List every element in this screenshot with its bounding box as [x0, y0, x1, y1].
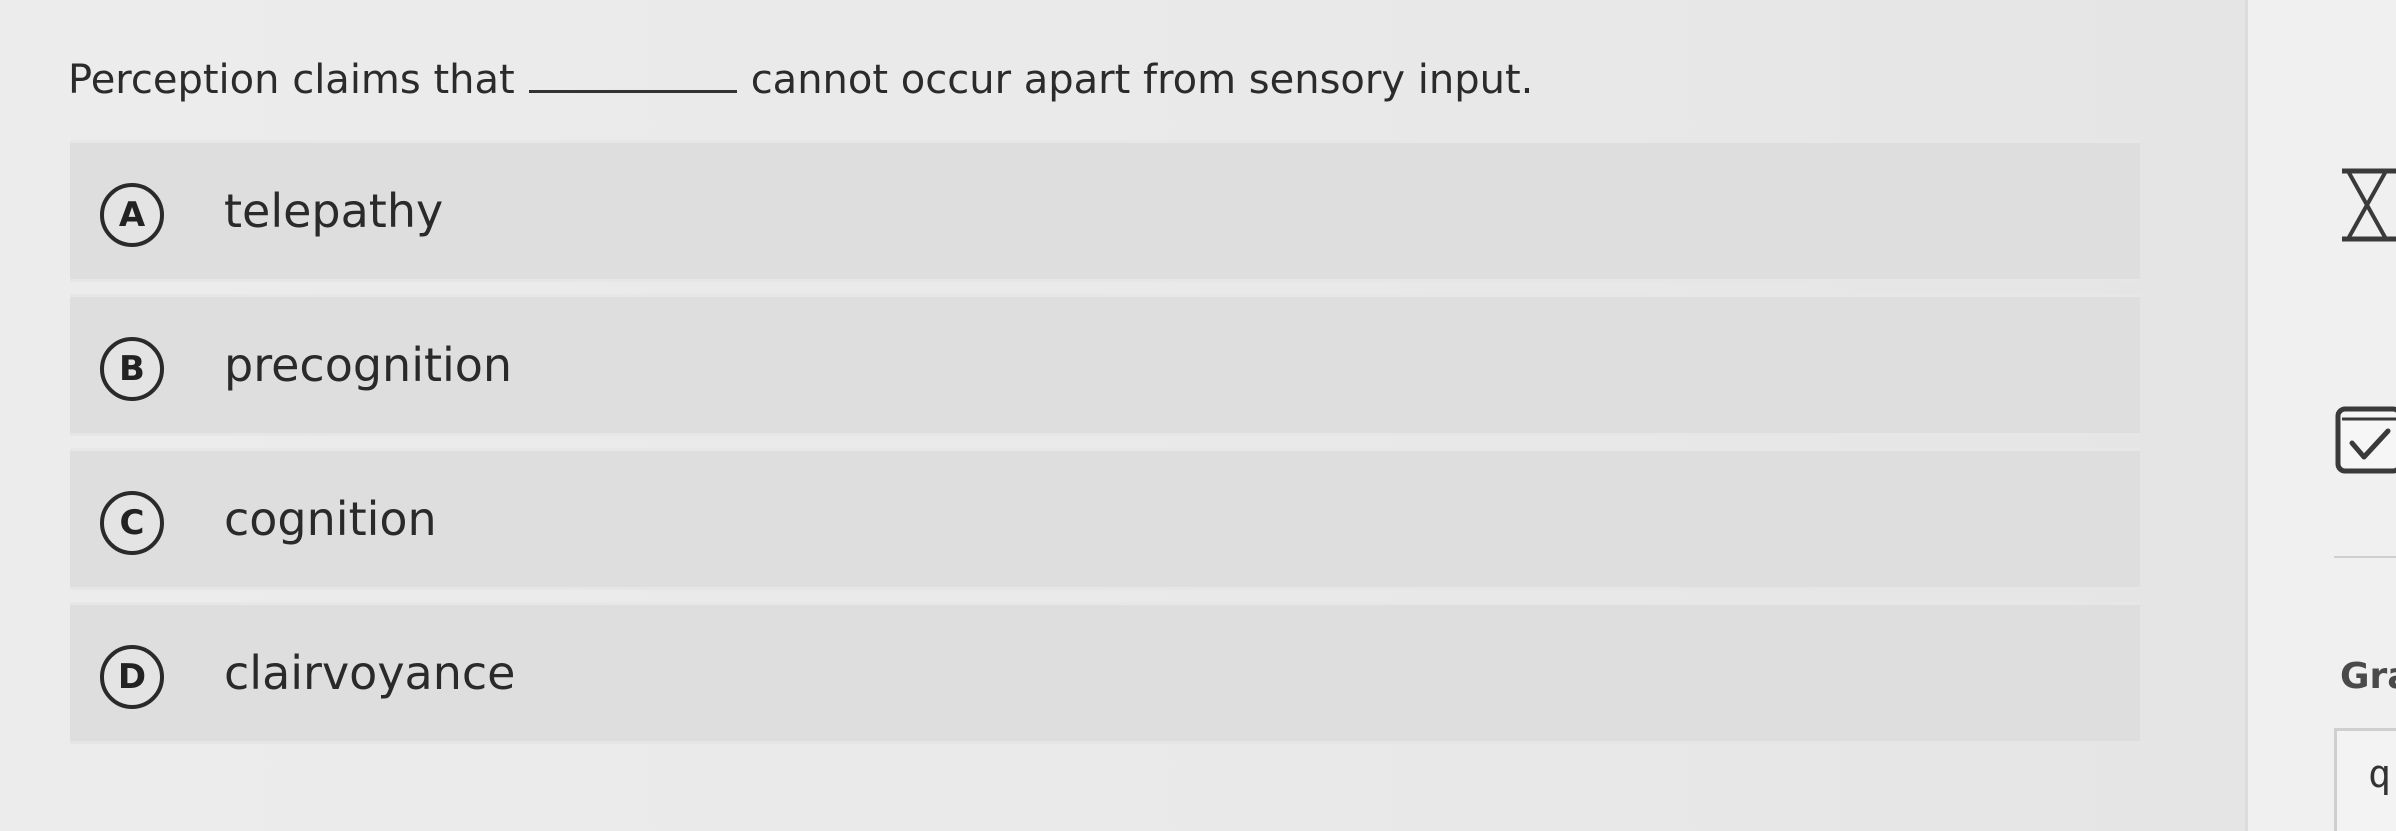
question-prompt: Perception claims that cannot occur apart… — [68, 52, 1533, 108]
grade-box-glyph: q — [2368, 752, 2391, 796]
grade-label: Gra — [2340, 656, 2396, 697]
choice-a-letter-badge: A — [100, 183, 164, 247]
choice-b[interactable]: B precognition — [70, 294, 2140, 436]
question-text-after: cannot occur apart from sensory input. — [750, 57, 1534, 103]
choice-a[interactable]: A telepathy — [70, 140, 2140, 282]
choice-d-label: clairvoyance — [224, 646, 516, 700]
choice-c[interactable]: C cognition — [70, 448, 2140, 590]
choice-b-label: precognition — [224, 338, 513, 392]
answer-blank — [528, 54, 737, 93]
choice-d[interactable]: D clairvoyance — [70, 602, 2140, 744]
choice-b-letter-badge: B — [100, 337, 164, 401]
question-pane: Perception claims that cannot occur apart… — [0, 0, 2245, 831]
hourglass-icon[interactable] — [2338, 165, 2396, 245]
choice-d-letter-badge: D — [100, 645, 164, 709]
question-text-before: Perception claims that — [68, 57, 515, 103]
side-panel-separator — [2334, 556, 2396, 558]
choice-c-letter-badge: C — [100, 491, 164, 555]
quiz-page: Perception claims that cannot occur apart… — [0, 0, 2396, 831]
choice-c-label: cognition — [224, 492, 437, 546]
choice-a-label: telepathy — [224, 184, 444, 238]
checkbox-check-icon[interactable] — [2334, 405, 2396, 475]
